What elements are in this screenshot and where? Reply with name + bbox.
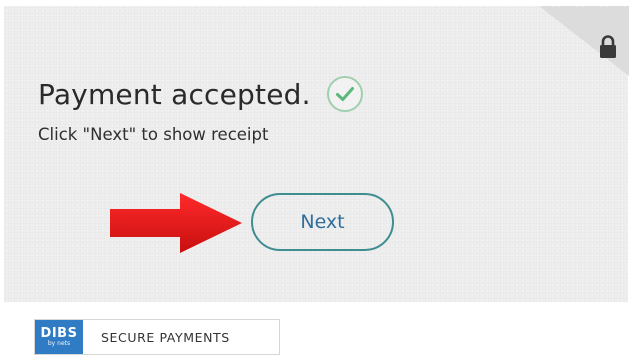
next-button[interactable]: Next [251,193,394,251]
dibs-logo: DIBS by nets [35,320,83,354]
receipt-instruction: Click "Next" to show receipt [38,125,269,144]
zigzag-edge [4,0,628,7]
dibs-logo-text: DIBS [40,325,78,341]
receipt-card [4,6,628,302]
lock-icon [600,35,616,58]
payment-status-title: Payment accepted. [38,77,311,111]
secure-payments-label: SECURE PAYMENTS [101,329,230,345]
secure-payments-badge: DIBS by nets SECURE PAYMENTS [34,319,280,355]
title-row: Payment accepted. [38,74,365,114]
red-arrow-right-icon [110,193,242,253]
check-circle-icon [326,76,363,112]
dibs-logo-subtext: by nets [47,339,71,347]
payment-confirmation-page: Payment accepted. Click "Next" to show r… [0,0,629,358]
